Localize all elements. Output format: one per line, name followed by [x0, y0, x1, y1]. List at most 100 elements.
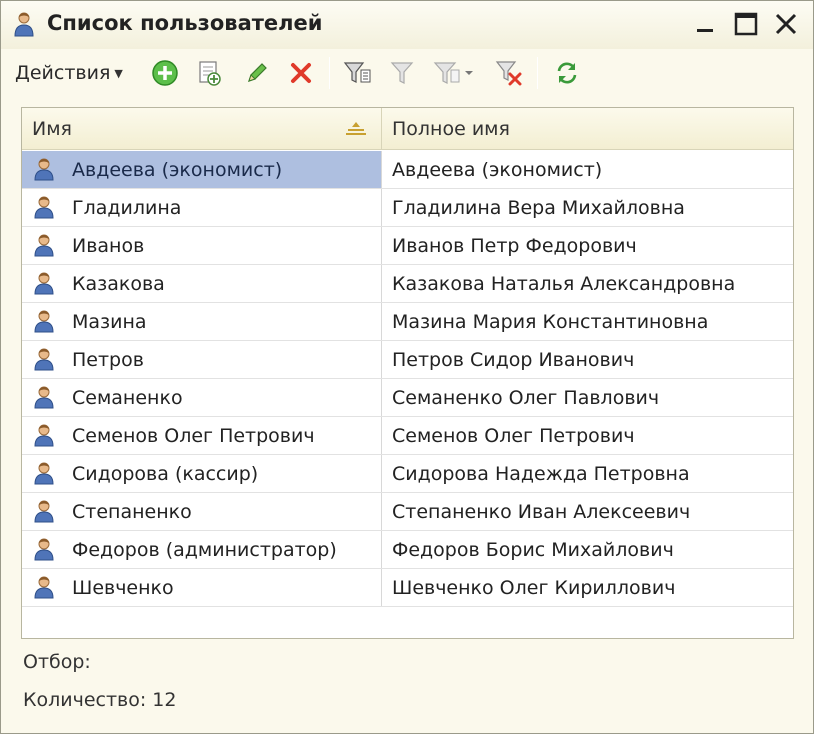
- table-row[interactable]: Иванов Иванов Петр Федорович: [22, 227, 793, 265]
- chevron-down-icon: ▼: [114, 66, 123, 80]
- users-list-window: Список пользователей Действия ▼ Имя Полн…: [0, 0, 814, 734]
- column-header-name-label: Имя: [32, 118, 72, 140]
- column-header-name[interactable]: Имя: [22, 108, 382, 150]
- cell-name[interactable]: Петров: [22, 341, 382, 378]
- table-row[interactable]: Казакова Казакова Наталья Александровна: [22, 265, 793, 303]
- cell-full-name-text: Семаненко Олег Павлович: [392, 386, 660, 409]
- close-icon[interactable]: [773, 11, 799, 37]
- filter-icon: [390, 62, 414, 84]
- cell-name-text: Шевченко: [72, 576, 174, 599]
- filter-dropdown-button[interactable]: [431, 57, 475, 89]
- sort-icon: [346, 122, 366, 135]
- table-row[interactable]: Шевченко Шевченко Олег Кириллович: [22, 569, 793, 607]
- cell-full-name-text: Сидорова Надежда Петровна: [392, 462, 690, 485]
- cell-name[interactable]: Сидорова (кассир): [22, 455, 382, 492]
- table-body: Авдеева (экономист) Авдеева (экономист) Гл…: [22, 151, 793, 607]
- edit-button[interactable]: [241, 57, 273, 89]
- cell-full-name[interactable]: Сидорова Надежда Петровна: [382, 455, 793, 492]
- minimize-icon[interactable]: [693, 11, 719, 37]
- user-icon: [34, 234, 54, 257]
- column-header-full-name-label: Полное имя: [392, 118, 510, 140]
- cell-full-name[interactable]: Иванов Петр Федорович: [382, 227, 793, 264]
- cell-full-name-text: Казакова Наталья Александровна: [392, 272, 736, 295]
- actions-menu[interactable]: Действия ▼: [15, 59, 123, 87]
- cell-name[interactable]: Иванов: [22, 227, 382, 264]
- table-row[interactable]: Мазина Мазина Мария Константиновна: [22, 303, 793, 341]
- add-icon: [152, 60, 178, 86]
- copy-button[interactable]: [193, 57, 225, 89]
- cell-name[interactable]: Шевченко: [22, 569, 382, 606]
- cell-full-name[interactable]: Мазина Мария Константиновна: [382, 303, 793, 340]
- table-row[interactable]: Сидорова (кассир) Сидорова Надежда Петров…: [22, 455, 793, 493]
- cell-name-text: Мазина: [72, 310, 147, 333]
- toolbar: Действия ▼: [7, 51, 807, 95]
- table-row[interactable]: Семаненко Семаненко Олег Павлович: [22, 379, 793, 417]
- user-icon: [14, 12, 34, 37]
- user-icon: [34, 424, 54, 447]
- cell-name-text: Степаненко: [72, 500, 192, 523]
- window-title: Список пользователей: [47, 11, 323, 35]
- filter-by-value-button[interactable]: [341, 57, 373, 89]
- cell-full-name[interactable]: Казакова Наталья Александровна: [382, 265, 793, 302]
- add-button[interactable]: [149, 57, 181, 89]
- users-table[interactable]: Имя Полное имя Авдеева (экономист) Авдеев…: [21, 107, 794, 639]
- cell-name[interactable]: Казакова: [22, 265, 382, 302]
- actions-label: Действия: [15, 62, 111, 84]
- cell-name[interactable]: Федоров (администратор): [22, 531, 382, 568]
- table-row[interactable]: Федоров (администратор) Федоров Борис Мих…: [22, 531, 793, 569]
- cell-full-name-text: Семенов Олег Петрович: [392, 424, 635, 447]
- cell-name[interactable]: Авдеева (экономист): [22, 151, 382, 188]
- cell-full-name-text: Шевченко Олег Кириллович: [392, 576, 676, 599]
- cell-full-name-text: Степаненко Иван Алексеевич: [392, 500, 691, 523]
- cell-name[interactable]: Мазина: [22, 303, 382, 340]
- refresh-button[interactable]: [551, 57, 583, 89]
- cell-full-name[interactable]: Гладилина Вера Михайловна: [382, 189, 793, 226]
- table-row[interactable]: Гладилина Гладилина Вера Михайловна: [22, 189, 793, 227]
- user-icon: [34, 272, 54, 295]
- user-icon: [34, 158, 54, 181]
- user-icon: [34, 310, 54, 333]
- column-header-full-name[interactable]: Полное имя: [382, 108, 793, 150]
- cell-full-name[interactable]: Авдеева (экономист): [382, 151, 793, 188]
- cell-name-text: Федоров (администратор): [72, 538, 337, 561]
- delete-icon: [291, 63, 311, 83]
- filter-button[interactable]: [387, 57, 419, 89]
- table-row[interactable]: Петров Петров Сидор Иванович: [22, 341, 793, 379]
- cell-name-text: Семенов Олег Петрович: [72, 424, 315, 447]
- cell-full-name[interactable]: Петров Сидор Иванович: [382, 341, 793, 378]
- cell-full-name-text: Федоров Борис Михайлович: [392, 538, 674, 561]
- cell-full-name-text: Иванов Петр Федорович: [392, 234, 637, 257]
- user-icon: [34, 500, 54, 523]
- user-icon: [34, 538, 54, 561]
- maximize-icon[interactable]: [733, 11, 759, 37]
- count-label: Количество: 12: [23, 689, 177, 711]
- toolbar-separator: [537, 57, 538, 89]
- cell-name[interactable]: Степаненко: [22, 493, 382, 530]
- table-row[interactable]: Авдеева (экономист) Авдеева (экономист): [22, 151, 793, 189]
- cell-full-name[interactable]: Семаненко Олег Павлович: [382, 379, 793, 416]
- title-bar: Список пользователей: [1, 1, 813, 49]
- cell-full-name[interactable]: Шевченко Олег Кириллович: [382, 569, 793, 606]
- clear-filter-icon: [495, 61, 522, 86]
- cell-name-text: Сидорова (кассир): [72, 462, 259, 485]
- cell-name-text: Семаненко: [72, 386, 183, 409]
- cell-name[interactable]: Гладилина: [22, 189, 382, 226]
- toolbar-separator: [329, 57, 330, 89]
- cell-name-text: Иванов: [72, 234, 145, 257]
- table-header: Имя Полное имя: [22, 108, 793, 150]
- user-icon: [34, 576, 54, 599]
- cell-full-name-text: Гладилина Вера Михайловна: [392, 196, 685, 219]
- table-row[interactable]: Семенов Олег Петрович Семенов Олег Петров…: [22, 417, 793, 455]
- user-icon: [34, 196, 54, 219]
- refresh-icon: [557, 62, 577, 84]
- edit-icon: [248, 63, 267, 82]
- cell-full-name-text: Петров Сидор Иванович: [392, 348, 635, 371]
- table-row[interactable]: Степаненко Степаненко Иван Алексеевич: [22, 493, 793, 531]
- cell-full-name[interactable]: Семенов Олег Петрович: [382, 417, 793, 454]
- clear-filter-button[interactable]: [493, 57, 525, 89]
- cell-full-name[interactable]: Федоров Борис Михайлович: [382, 531, 793, 568]
- cell-name[interactable]: Семенов Олег Петрович: [22, 417, 382, 454]
- delete-button[interactable]: [285, 57, 317, 89]
- cell-full-name[interactable]: Степаненко Иван Алексеевич: [382, 493, 793, 530]
- cell-name[interactable]: Семаненко: [22, 379, 382, 416]
